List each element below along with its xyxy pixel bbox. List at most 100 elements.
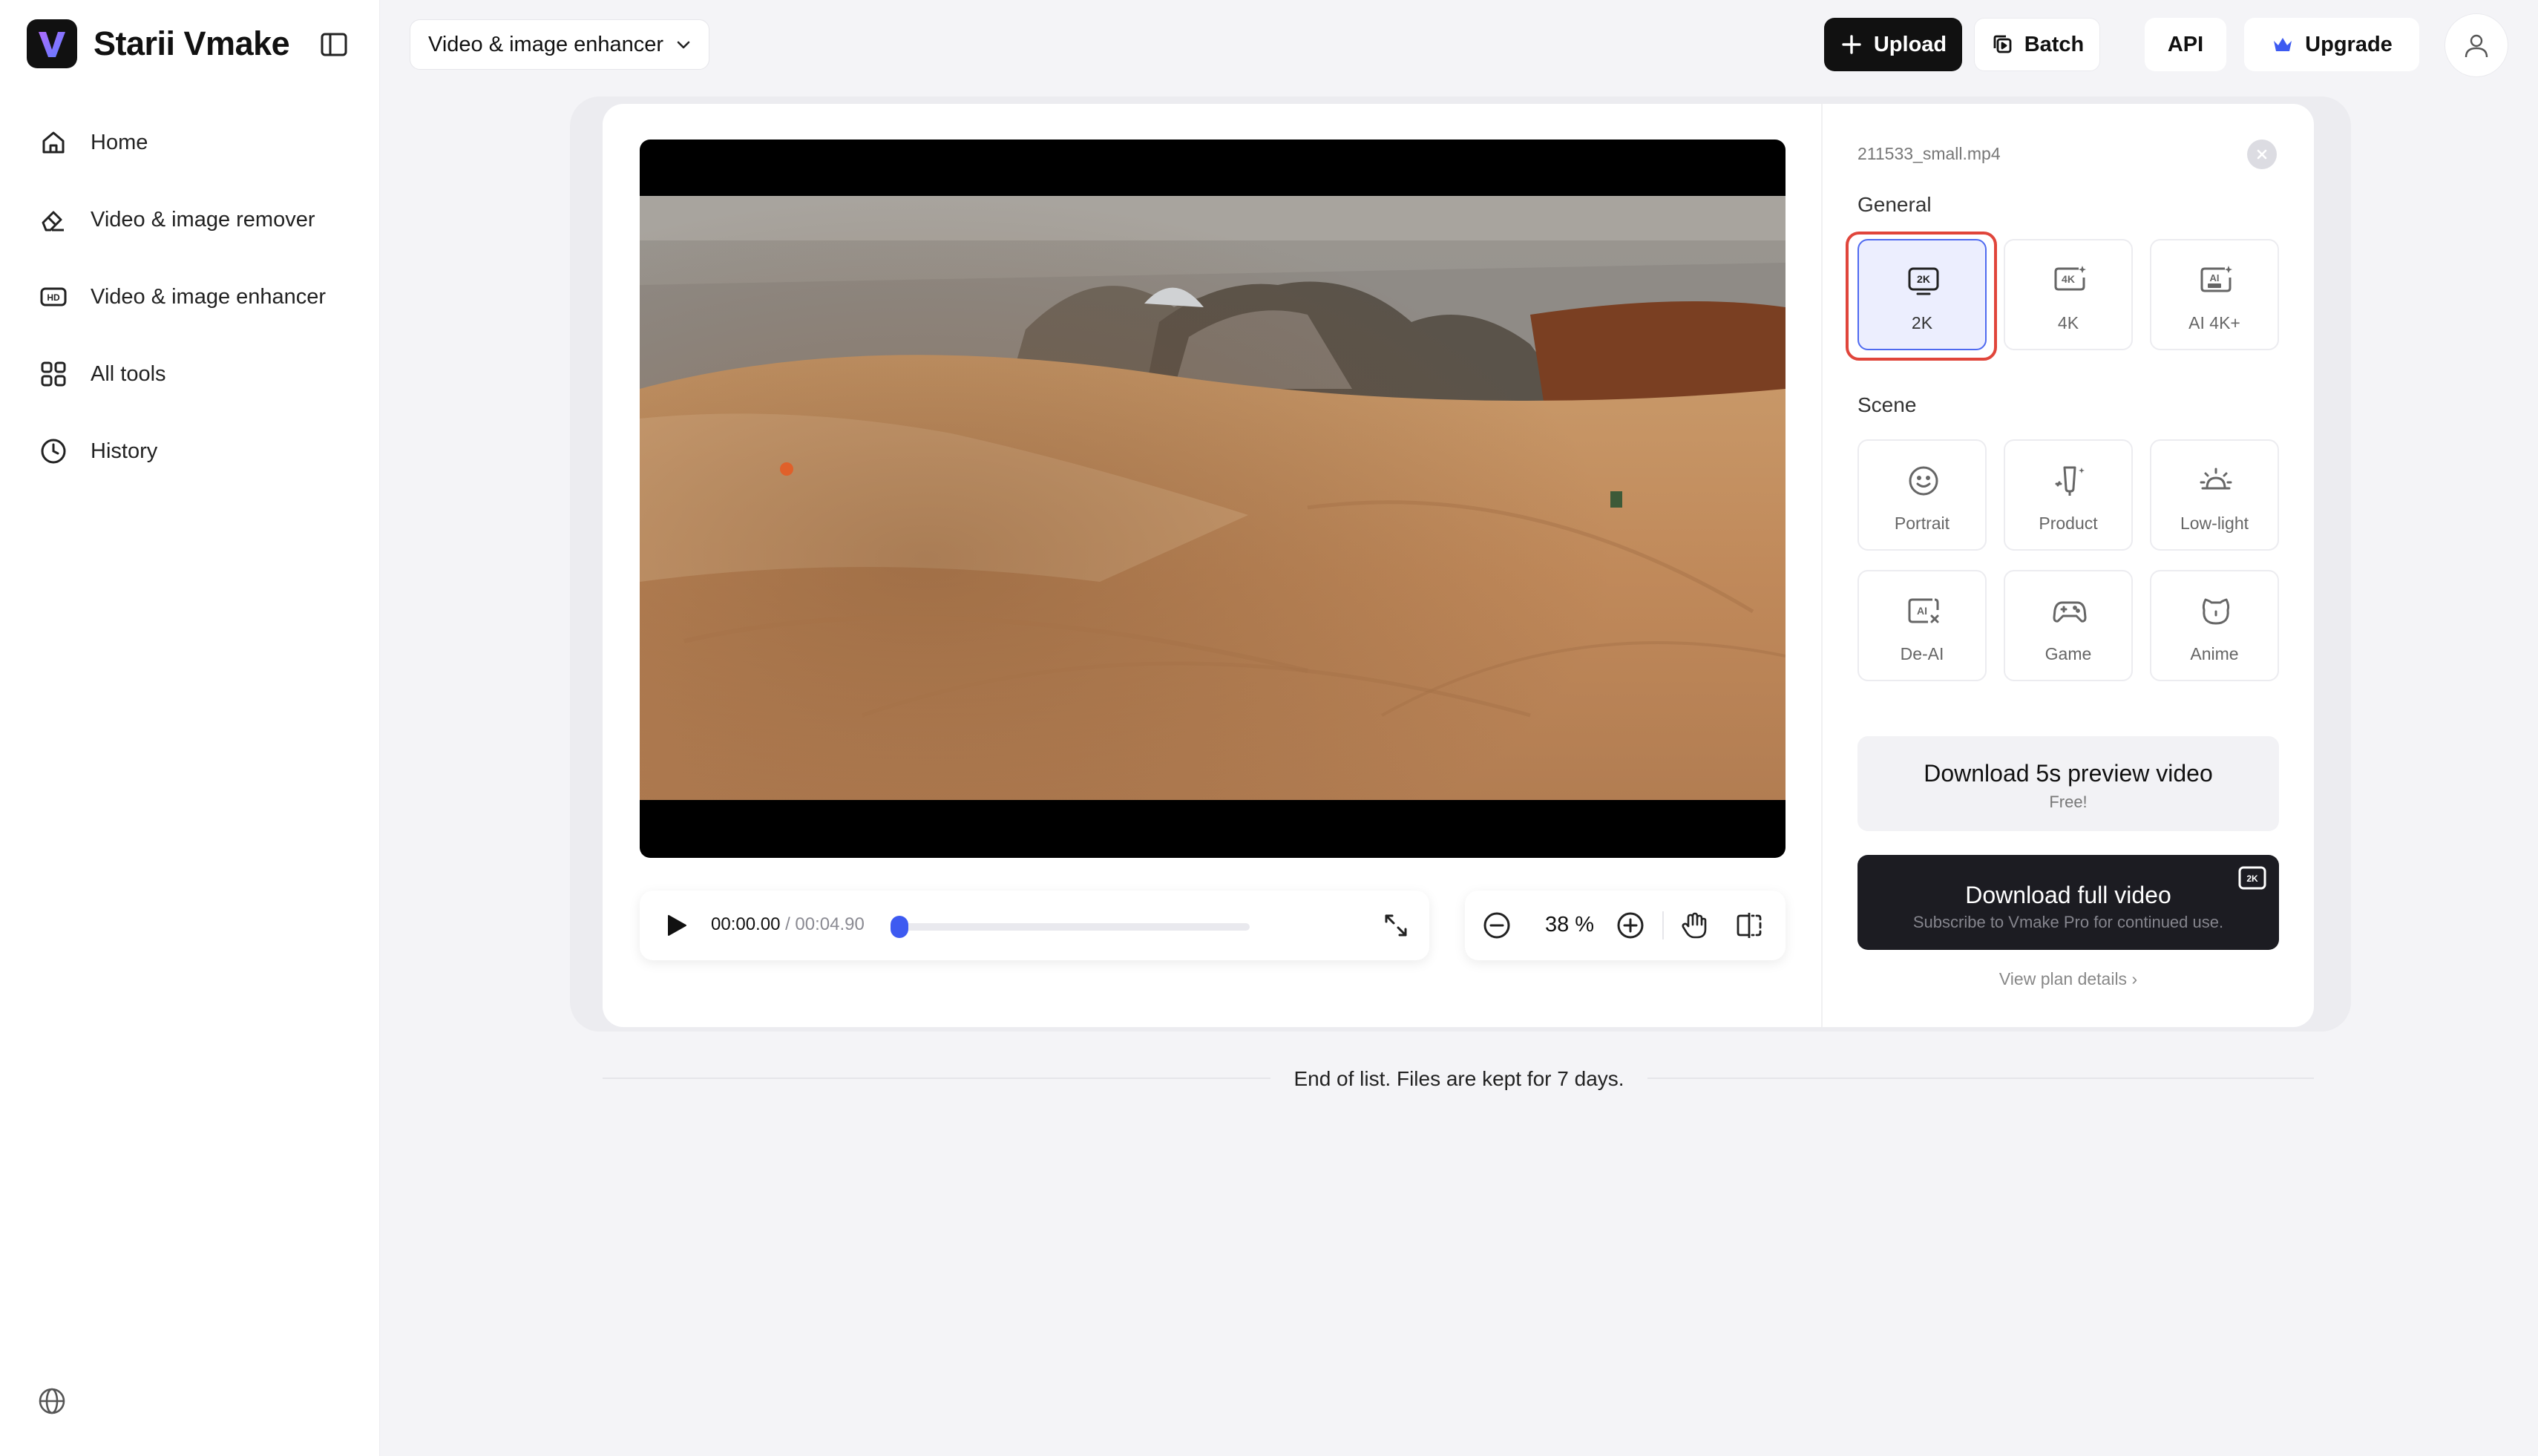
scene-anime[interactable]: Anime xyxy=(2150,570,2279,681)
view-plan-details-link[interactable]: View plan details › xyxy=(1857,969,2279,989)
sidebar-item-label: Video & image enhancer xyxy=(91,284,327,309)
download-full-button[interactable]: Download full video Subscribe to Vmake P… xyxy=(1857,855,2279,950)
zoom-out-icon[interactable] xyxy=(1481,910,1512,941)
option-label: Low-light xyxy=(2180,514,2249,533)
sidebar-toggle-icon[interactable] xyxy=(318,28,350,61)
scene-game[interactable]: Game xyxy=(2004,570,2133,681)
option-label: 2K xyxy=(1911,313,1933,332)
video-player[interactable] xyxy=(640,140,1786,858)
compare-icon[interactable] xyxy=(1734,910,1765,941)
scene-de-ai[interactable]: AI De-AI xyxy=(1857,570,1987,681)
player-controls: 00:00.00 / 00:04.90 xyxy=(640,891,1429,960)
option-label: Anime xyxy=(2190,644,2239,663)
tool-select-dropdown[interactable]: Video & image enhancer xyxy=(410,19,709,70)
sidebar-item-all-tools[interactable]: All tools xyxy=(18,335,362,413)
brand-logo-icon xyxy=(27,19,77,68)
expand-icon[interactable] xyxy=(1380,910,1411,941)
api-label: API xyxy=(2167,32,2204,56)
option-label: AI 4K+ xyxy=(2188,313,2240,332)
sidebar-item-remover[interactable]: Video & image remover xyxy=(18,181,362,258)
brand-name: Starii Vmake xyxy=(94,24,290,62)
end-of-list-text: End of list. Files are kept for 7 days. xyxy=(1293,1067,1624,1090)
progress-track[interactable] xyxy=(893,923,1250,931)
sidebar: Starii Vmake Home Video & image remover … xyxy=(0,0,380,1456)
smile-icon xyxy=(1909,466,1938,496)
globe-icon[interactable] xyxy=(37,1386,67,1416)
sidebar-item-label: Home xyxy=(91,130,148,154)
general-section-label: General xyxy=(1857,193,1932,216)
sidebar-item-enhancer[interactable]: HD Video & image enhancer xyxy=(18,258,362,335)
close-button[interactable] xyxy=(2247,140,2277,169)
sidebar-item-label: All tools xyxy=(91,361,166,386)
user-icon xyxy=(2465,34,2488,58)
batch-label: Batch xyxy=(2024,32,2085,56)
2k-badge-icon: 2K xyxy=(2238,866,2266,890)
option-4k[interactable]: 4K 4K xyxy=(2004,239,2133,350)
download-full-subtitle: Subscribe to Vmake Pro for continued use… xyxy=(1912,913,2224,931)
upload-label: Upload xyxy=(1873,32,1947,56)
panel-divider xyxy=(1821,104,1823,1027)
eraser-icon xyxy=(42,211,64,232)
batch-button[interactable]: Batch xyxy=(1974,18,2100,71)
clock-icon xyxy=(41,439,66,464)
svg-text:4K: 4K xyxy=(2062,273,2075,285)
4k-icon: 4K xyxy=(2054,266,2086,291)
scene-low-light[interactable]: Low-light xyxy=(2150,439,2279,551)
home-icon xyxy=(42,131,65,154)
svg-text:AI: AI xyxy=(2210,272,2220,283)
hand-icon[interactable] xyxy=(1679,910,1710,941)
de-ai-icon: AI xyxy=(1908,598,1939,623)
api-button[interactable]: API xyxy=(2145,18,2226,71)
sidebar-nav: Home Video & image remover HD Video & im… xyxy=(18,104,362,490)
zoom-in-icon[interactable] xyxy=(1615,910,1646,941)
download-preview-subtitle: Free! xyxy=(2049,793,2088,811)
download-preview-button[interactable]: Download 5s preview video Free! xyxy=(1857,736,2279,831)
option-2k[interactable]: 2K 2K xyxy=(1857,239,1987,350)
zoom-controls: 38 % xyxy=(1465,891,1786,960)
upgrade-button[interactable]: Upgrade xyxy=(2244,18,2419,71)
product-icon xyxy=(2055,466,2085,496)
crown-icon xyxy=(2274,38,2292,51)
svg-text:2K: 2K xyxy=(2246,873,2258,884)
upload-button[interactable]: Upload xyxy=(1824,18,1962,71)
video-frame-image xyxy=(640,196,1786,800)
sidebar-item-label: History xyxy=(91,439,158,463)
file-name: 211533_small.mp4 xyxy=(1857,144,2001,163)
play-icon[interactable] xyxy=(662,911,690,939)
hd-icon: HD xyxy=(40,287,67,306)
sidebar-item-label: Video & image remover xyxy=(91,207,315,232)
svg-text:HD: HD xyxy=(47,292,60,303)
close-icon xyxy=(2257,149,2267,160)
scene-product[interactable]: Product xyxy=(2004,439,2133,551)
option-label: De-AI xyxy=(1900,644,1944,663)
duration: / 00:04.90 xyxy=(785,914,865,934)
option-ai-4k-plus[interactable]: AI AI 4K+ xyxy=(2150,239,2279,350)
option-label: 4K xyxy=(2057,313,2079,332)
scene-section-label: Scene xyxy=(1857,393,1917,416)
sidebar-item-history[interactable]: History xyxy=(18,413,362,490)
option-label: Product xyxy=(2039,514,2098,533)
sidebar-item-home[interactable]: Home xyxy=(18,104,362,181)
gamepad-icon xyxy=(2053,601,2087,623)
grid-icon xyxy=(41,361,66,387)
sunrise-icon xyxy=(2200,468,2232,490)
option-label: Game xyxy=(2044,644,2092,663)
download-full-title: Download full video xyxy=(1965,882,2171,908)
option-label: Portrait xyxy=(1894,514,1950,533)
divider-line xyxy=(603,1078,1270,1079)
avatar[interactable] xyxy=(2444,13,2508,77)
divider-line xyxy=(1647,1078,2314,1079)
bear-icon xyxy=(2202,598,2230,625)
brand[interactable]: Starii Vmake xyxy=(27,19,290,68)
download-preview-title: Download 5s preview video xyxy=(1924,760,2213,787)
plus-icon xyxy=(1842,35,1861,54)
svg-text:2K: 2K xyxy=(1917,273,1930,285)
progress-thumb[interactable] xyxy=(891,916,908,938)
2k-icon: 2K xyxy=(1908,267,1939,295)
zoom-divider xyxy=(1662,911,1664,939)
scene-portrait[interactable]: Portrait xyxy=(1857,439,1987,551)
time-readout: 00:00.00 / 00:04.90 xyxy=(711,914,865,935)
upgrade-label: Upgrade xyxy=(2305,32,2393,56)
tool-select-label: Video & image enhancer xyxy=(428,32,664,56)
chevron-down-icon xyxy=(677,41,690,49)
